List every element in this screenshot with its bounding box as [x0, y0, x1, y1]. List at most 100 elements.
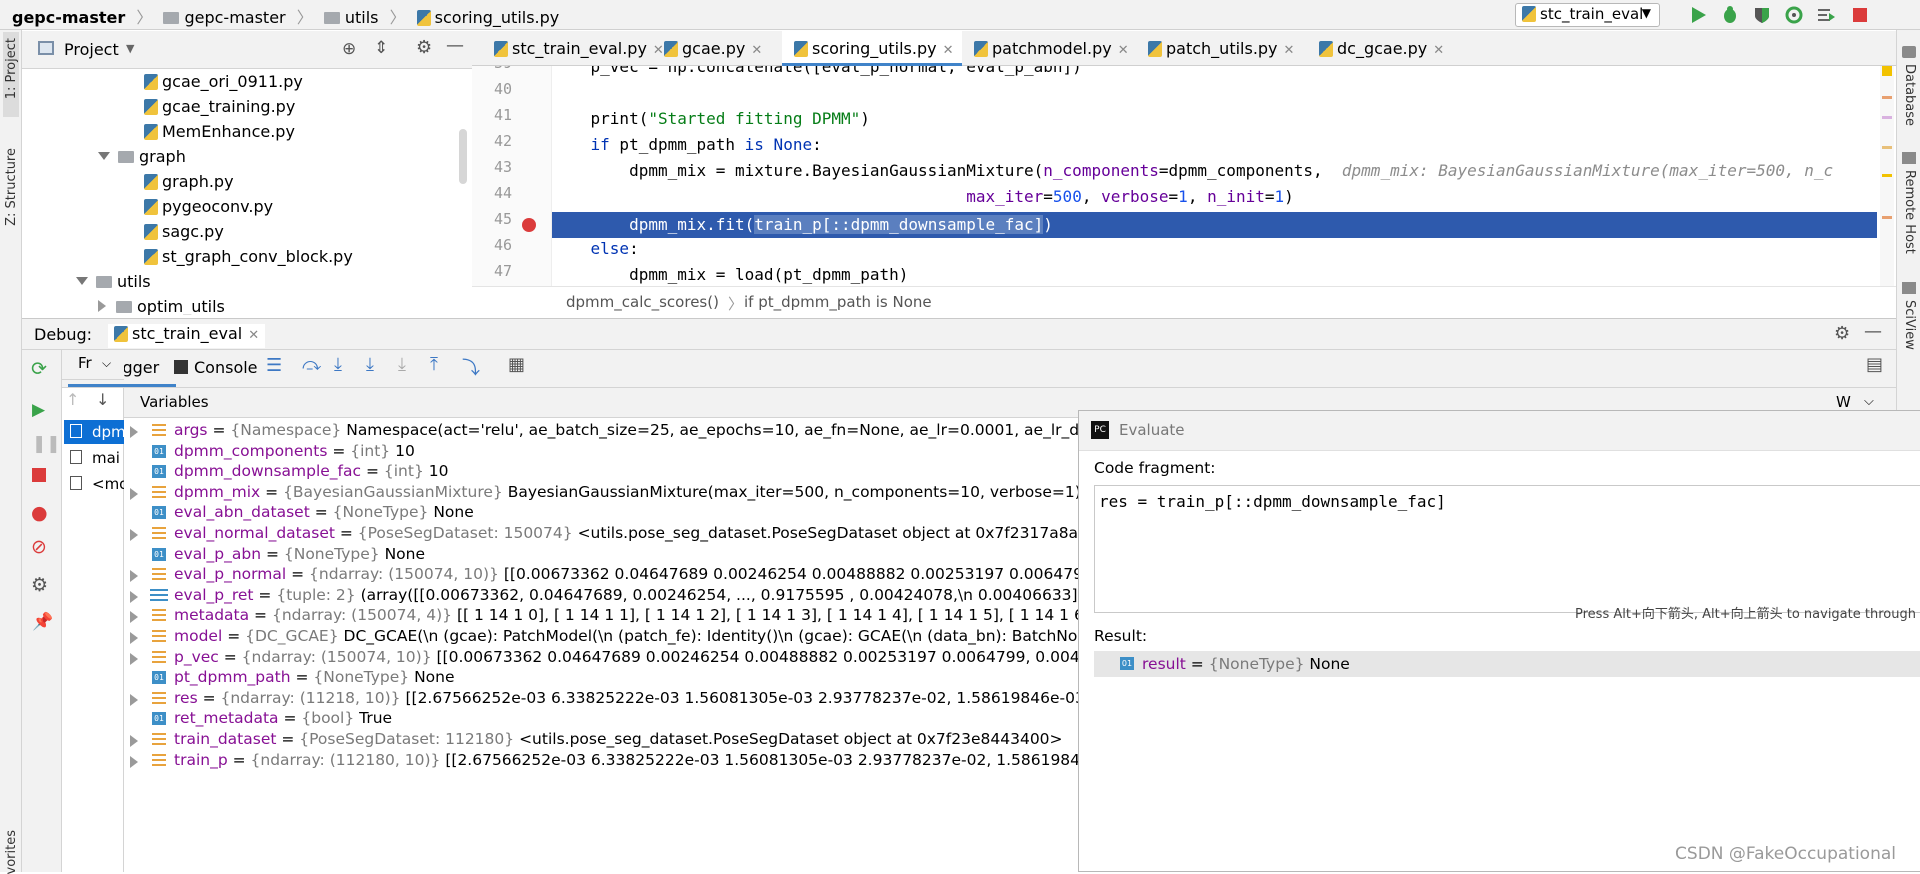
pause-icon[interactable]: ❚❚: [32, 434, 61, 454]
step-out-icon[interactable]: ⤒: [430, 354, 438, 375]
run-concurrency-icon[interactable]: [1816, 5, 1836, 25]
expand-arrow-icon[interactable]: [130, 529, 138, 541]
tree-item[interactable]: sagc.py: [144, 219, 224, 244]
expand-arrow-icon[interactable]: [130, 755, 138, 768]
expand-arrow-icon[interactable]: [130, 590, 138, 603]
tab-stc-train-eval[interactable]: stc_train_eval.py ✕: [482, 31, 672, 66]
stop-icon[interactable]: [32, 468, 46, 482]
error-stripe-marker[interactable]: [1882, 216, 1892, 219]
rerun-icon[interactable]: ⟳: [31, 358, 47, 380]
resume-icon[interactable]: ▶: [32, 400, 45, 420]
chevron-down-icon[interactable]: ⌵: [102, 356, 111, 371]
layout-icon[interactable]: ▤: [1866, 354, 1883, 375]
gear-icon[interactable]: ⚙: [416, 37, 432, 58]
gear-icon[interactable]: ⚙: [31, 574, 48, 596]
close-icon[interactable]: ✕: [1118, 43, 1129, 58]
scrollbar-thumb[interactable]: [459, 129, 467, 184]
tab-patchmodel[interactable]: patchmodel.py ✕: [962, 31, 1137, 66]
run-icon[interactable]: [1688, 5, 1708, 25]
expand-arrow-icon[interactable]: [130, 632, 138, 644]
expand-arrow-icon[interactable]: [130, 693, 138, 706]
tree-folder[interactable]: utils: [76, 269, 151, 294]
project-panel-title[interactable]: Project: [64, 40, 119, 59]
down-arrow-icon[interactable]: ↓: [96, 390, 109, 409]
remote-host-tool-label[interactable]: Remote Host: [1902, 170, 1917, 254]
evaluate-title-bar[interactable]: PC Evaluate: [1079, 411, 1920, 451]
expand-arrow-icon[interactable]: [130, 652, 138, 665]
chevron-down-icon[interactable]: ▼: [126, 42, 134, 55]
crumb-condition[interactable]: if pt_dpmm_path is None: [744, 293, 932, 311]
view-breakpoints-icon[interactable]: ●: [31, 502, 48, 524]
force-step-into-icon[interactable]: ⤓: [398, 354, 406, 375]
stop-icon[interactable]: [1850, 5, 1870, 25]
error-stripe-marker[interactable]: [1882, 174, 1892, 177]
pin-icon[interactable]: 📌: [32, 612, 53, 632]
variables-tree[interactable]: args = {Namespace} Namespace(act='relu',…: [124, 418, 1080, 872]
tree-item[interactable]: st_graph_conv_block.py: [144, 244, 353, 269]
variable-row[interactable]: train_p = {ndarray: (112180, 10)} [[2.67…: [124, 748, 1080, 773]
coverage-icon[interactable]: [1752, 5, 1772, 25]
structure-tool-label[interactable]: Z: Structure: [4, 148, 19, 226]
expand-arrow-icon[interactable]: [130, 570, 138, 583]
tree-item[interactable]: MemEnhance.py: [144, 119, 295, 144]
gear-icon[interactable]: ⚙: [1834, 323, 1850, 344]
expand-arrow-icon[interactable]: [130, 735, 138, 747]
sciview-tool-label[interactable]: SciView: [1902, 300, 1917, 350]
tree-folder[interactable]: optim_utils: [98, 294, 225, 315]
tree-item[interactable]: gcae_ori_0911.py: [144, 69, 303, 94]
up-arrow-icon[interactable]: ↑: [66, 390, 79, 409]
tab-patch-utils[interactable]: patch_utils.py ✕: [1136, 31, 1302, 66]
editor-scrollbar[interactable]: [1880, 66, 1894, 286]
tab-console[interactable]: Console: [194, 358, 258, 377]
project-tool-label[interactable]: 1: Project: [4, 38, 19, 99]
collapse-all-icon[interactable]: ⇕: [374, 38, 388, 58]
breadcrumb-root[interactable]: gepc-master: [12, 8, 125, 27]
close-icon[interactable]: ✕: [751, 43, 762, 58]
tab-dc-gcae[interactable]: dc_gcae.py ✕: [1307, 31, 1452, 66]
step-into-my-code-icon[interactable]: ⤓: [366, 354, 374, 375]
tree-item[interactable]: pygeoconv.py: [144, 194, 273, 219]
menu-lines-icon[interactable]: ☰: [266, 355, 282, 376]
mute-breakpoints-icon[interactable]: ⊘: [31, 536, 47, 558]
code-fragment-input[interactable]: res = train_p[::dpmm_downsample_fac]: [1094, 485, 1920, 613]
favorites-tool-label[interactable]: vorites: [4, 830, 19, 874]
error-stripe-marker[interactable]: [1882, 96, 1892, 99]
debug-icon[interactable]: [1720, 5, 1740, 25]
breadcrumb-item[interactable]: gepc-master: [184, 8, 285, 27]
debug-session-tab[interactable]: stc_train_eval ✕: [108, 324, 266, 348]
close-icon[interactable]: ✕: [1284, 43, 1295, 58]
tree-item[interactable]: graph.py: [144, 169, 234, 194]
breadcrumb-item[interactable]: utils: [345, 8, 379, 27]
expand-arrow-icon[interactable]: [130, 426, 138, 438]
hide-icon[interactable]: —: [1864, 321, 1882, 342]
close-icon[interactable]: ✕: [943, 43, 954, 58]
expand-arrow-icon[interactable]: [130, 611, 138, 624]
hide-icon[interactable]: —: [446, 35, 464, 56]
breakpoint-icon[interactable]: [522, 218, 536, 232]
close-icon[interactable]: ✕: [1433, 43, 1444, 58]
error-stripe-marker[interactable]: [1882, 116, 1892, 119]
run-to-cursor-icon[interactable]: ⤵: [462, 354, 480, 380]
step-over-icon[interactable]: ⤼: [302, 354, 321, 375]
error-stripe-marker[interactable]: [1882, 146, 1892, 149]
expand-arrow-icon[interactable]: [130, 487, 138, 500]
breadcrumb-item[interactable]: scoring_utils.py: [435, 8, 560, 27]
code-editor[interactable]: 39 40 41 42 43 44 45 46 47 p_vec = np.co…: [472, 66, 1896, 286]
editor-gutter[interactable]: 39 40 41 42 43 44 45 46 47: [472, 66, 552, 286]
expand-arrow-icon[interactable]: [98, 152, 110, 160]
step-into-icon[interactable]: ⤓: [334, 354, 342, 375]
database-tool-label[interactable]: Database: [1902, 64, 1917, 126]
tab-scoring-utils[interactable]: scoring_utils.py ✕: [782, 31, 962, 66]
expand-arrow-icon[interactable]: [76, 277, 88, 285]
result-row[interactable]: 01 result = {NoneType} None: [1094, 651, 1920, 677]
tree-folder[interactable]: graph: [98, 144, 186, 169]
tree-item[interactable]: gcae_training.py: [144, 94, 295, 119]
warning-marker[interactable]: [1882, 66, 1892, 76]
run-config-select[interactable]: stc_train_eval ▼: [1515, 3, 1660, 27]
profile-icon[interactable]: [1784, 5, 1804, 25]
chevron-down-icon[interactable]: ⌵: [1864, 394, 1874, 409]
locate-icon[interactable]: ⊕: [342, 39, 356, 59]
crumb-function[interactable]: dpmm_calc_scores(): [566, 293, 719, 311]
evaluate-expression-icon[interactable]: ▦: [508, 354, 525, 375]
collapsed-arrow-icon[interactable]: [98, 300, 106, 312]
